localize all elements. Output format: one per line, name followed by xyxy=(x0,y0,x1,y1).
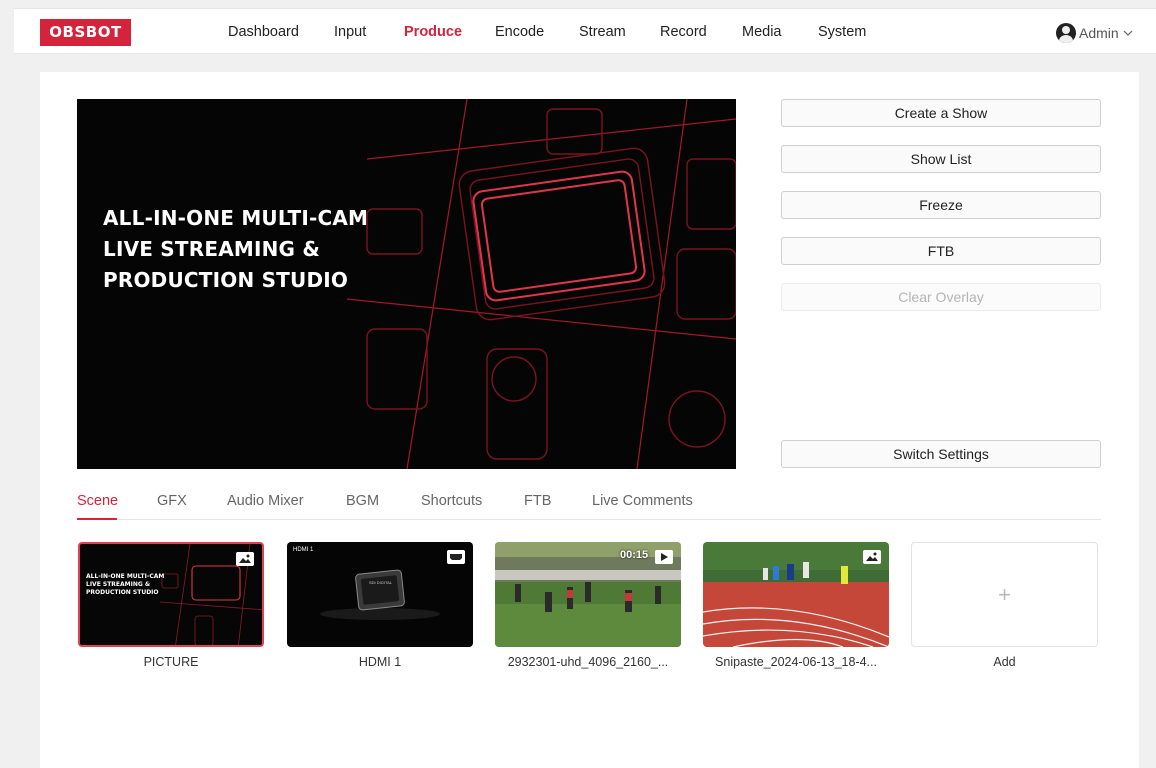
nav-dashboard[interactable]: Dashboard xyxy=(228,9,299,55)
show-list-button[interactable]: Show List xyxy=(781,145,1101,173)
nav-record[interactable]: Record xyxy=(660,9,707,55)
program-preview: ALL-IN-ONE MULTI-CAM LIVE STREAMING & PR… xyxy=(77,99,736,469)
video-thumb-art xyxy=(495,542,681,647)
tab-audio-mixer[interactable]: Audio Mixer xyxy=(227,493,304,509)
nav-system[interactable]: System xyxy=(818,9,866,55)
user-avatar-icon xyxy=(1056,23,1076,43)
hdmi-device-art xyxy=(320,569,440,620)
scene-label-hdmi-1: HDMI 1 xyxy=(358,655,402,669)
preview-headline: ALL-IN-ONE MULTI-CAM LIVE STREAMING & PR… xyxy=(103,203,368,296)
scene-card-video[interactable]: 00:15 xyxy=(495,542,681,647)
nav-produce[interactable]: Produce xyxy=(404,9,462,55)
create-show-button[interactable]: Create a Show xyxy=(781,99,1101,127)
scene-thumb-text: ALL-IN-ONE MULTI-CAM LIVE STREAMING & PR… xyxy=(86,573,164,597)
preview-line-3: PRODUCTION STUDIO xyxy=(103,268,349,292)
nav-media[interactable]: Media xyxy=(742,9,782,55)
scene-thumb-line: ALL-IN-ONE MULTI-CAM xyxy=(86,573,165,580)
user-menu[interactable]: Admin xyxy=(1056,21,1134,45)
scene-label-picture: PICTURE xyxy=(143,655,199,669)
chevron-down-icon xyxy=(1123,30,1133,36)
scene-label-snipaste: Snipaste_2024-06-13_18-4... xyxy=(715,655,877,669)
tab-bgm[interactable]: BGM xyxy=(346,493,379,509)
switch-settings-button[interactable]: Switch Settings xyxy=(781,440,1101,468)
plus-icon: + xyxy=(998,582,1011,607)
tab-shortcuts[interactable]: Shortcuts xyxy=(421,493,482,509)
image-icon xyxy=(863,550,881,564)
nav-encode[interactable]: Encode xyxy=(495,9,544,55)
preview-line-2: LIVE STREAMING & xyxy=(103,237,320,261)
scene-thumb-line: LIVE STREAMING & xyxy=(86,581,151,588)
add-scene-button[interactable]: + xyxy=(911,542,1098,647)
scene-label-video: 2932301-uhd_4096_2160_... xyxy=(507,655,669,669)
clear-overlay-button[interactable]: Clear Overlay xyxy=(781,283,1101,311)
video-play-icon xyxy=(655,550,673,564)
tab-ftb[interactable]: FTB xyxy=(524,493,551,509)
image-icon xyxy=(236,552,254,566)
scene-thumb-line: PRODUCTION STUDIO xyxy=(86,589,159,596)
ftb-button[interactable]: FTB xyxy=(781,237,1101,265)
active-tab-indicator xyxy=(77,518,117,520)
top-nav-bar: OBSBOT Dashboard Input Produce Encode St… xyxy=(14,8,1156,54)
add-scene-label: Add xyxy=(993,655,1016,669)
obsbot-logo[interactable]: OBSBOT xyxy=(40,19,131,46)
tab-scene[interactable]: Scene xyxy=(77,493,118,509)
tab-gfx[interactable]: GFX xyxy=(157,493,187,509)
video-duration: 00:15 xyxy=(620,549,649,561)
scene-card-hdmi-1[interactable]: HDMI 1 SDI DIGITAL xyxy=(287,542,473,647)
hdmi-icon xyxy=(447,550,465,564)
freeze-button[interactable]: Freeze xyxy=(781,191,1101,219)
device-screen-text: SDI DIGITAL xyxy=(369,580,393,585)
nav-stream[interactable]: Stream xyxy=(579,9,626,55)
nav-input[interactable]: Input xyxy=(334,9,366,55)
user-name: Admin xyxy=(1079,25,1119,41)
track-thumb-art xyxy=(703,542,889,647)
tab-live-comments[interactable]: Live Comments xyxy=(592,493,693,509)
preview-line-1: ALL-IN-ONE MULTI-CAM xyxy=(103,206,369,230)
scene-card-snipaste[interactable] xyxy=(703,542,889,647)
scene-card-picture[interactable]: ALL-IN-ONE MULTI-CAM LIVE STREAMING & PR… xyxy=(78,542,264,647)
tab-divider xyxy=(77,519,1101,520)
